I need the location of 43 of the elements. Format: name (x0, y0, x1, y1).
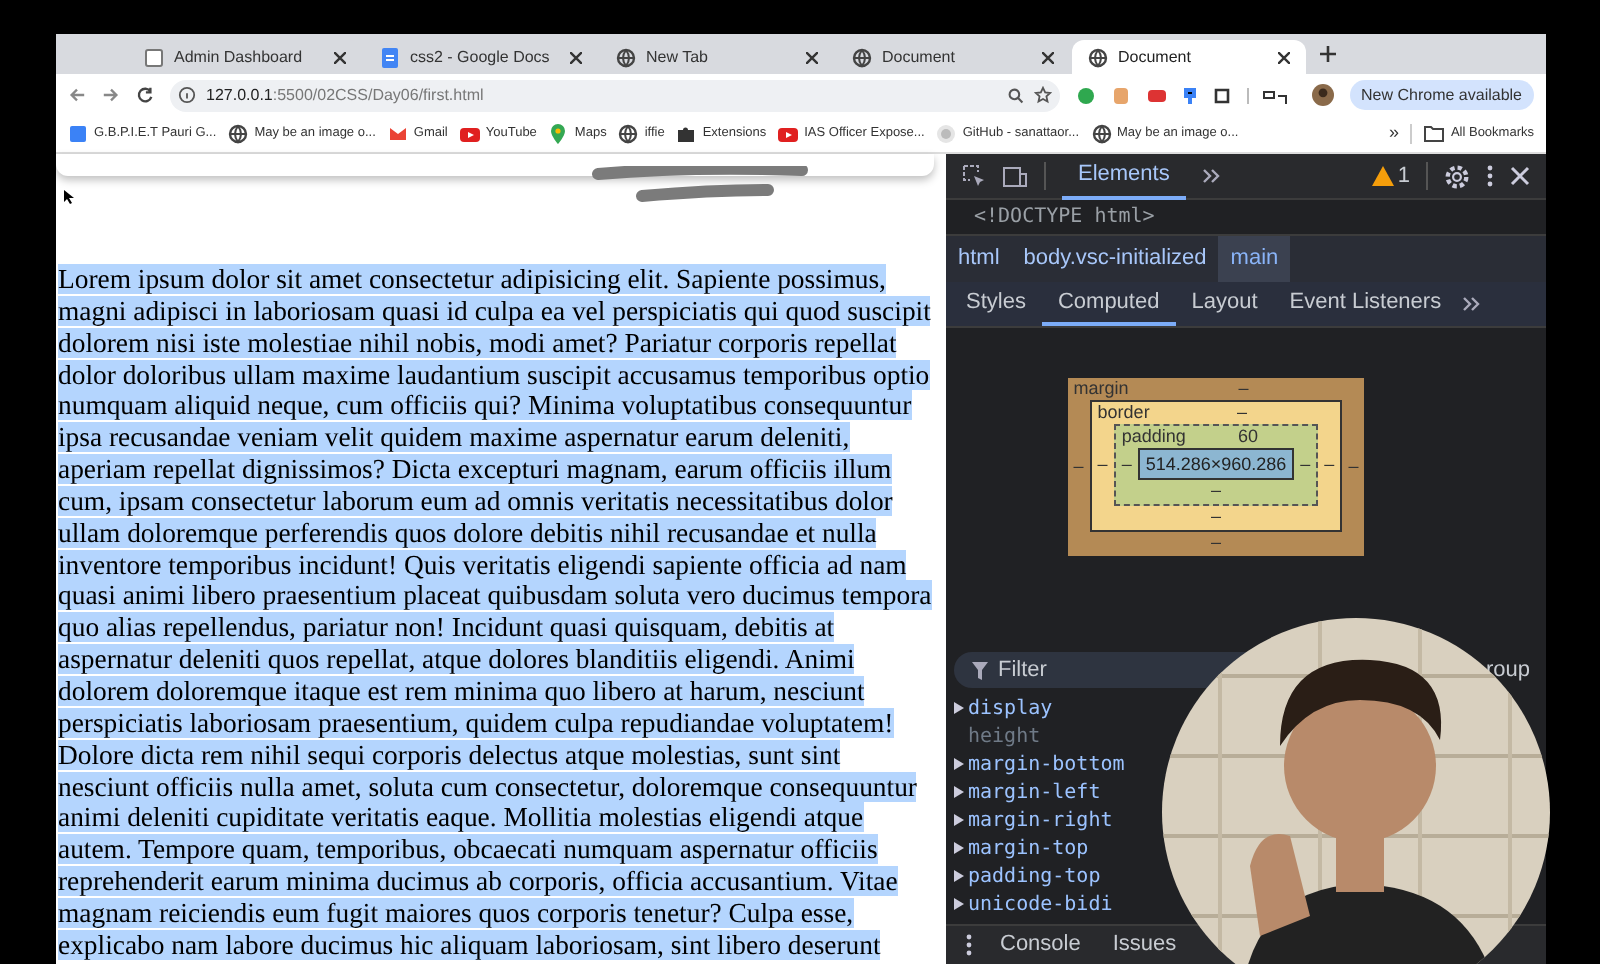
box-value: – (1097, 454, 1108, 476)
box-value: – (1300, 453, 1311, 475)
box-label: padding (1121, 426, 1186, 448)
property-row[interactable]: padding-top (954, 862, 1125, 890)
breadcrumb[interactable]: body.vsc-initialized (1011, 236, 1219, 282)
panel-tab[interactable]: Computed (1041, 282, 1176, 326)
box-label: margin (1073, 378, 1129, 400)
box-value: – (1210, 506, 1221, 528)
box-value: – (1237, 402, 1248, 424)
warning-count: 1 (1397, 161, 1410, 192)
panel-tab[interactable]: Event Listeners (1273, 282, 1458, 326)
body-paragraph: Lorem ipsum dolor sit amet consectetur adipisicing elit. Sapiente possimus, magni adipisci in laboriosam quasi id culpa ea vel perspiciatis qui quod suscipit dolorem nisi iste molestiae nihil nobis, modi amet? Pariatur corporis repellat dolor doloribus ullam maxime laudantium suscipit accusamus temporibus optio numquam aliquid neque, cum officiis qui? Minima voluptatibus consequuntur ipsa recusandae veniam velit quidem maxime aspernatur earum deleniti, aperiam repellat dignissimos? Dicta excepturi magnam, earum officiis illum cum, ipsam consectetur laborum eum ad omnis veritatis necessitatibus dolor ullam doloremque perferendis quos dolore debitis nihil recusandae et nulla inventore temporibus incidunt! Quis veritatis eligendi sapiente officia ad nam quasi animi libero praesentium placeat quibusdam soluta vero ducimus tempora quo alias repellendus, pariatur non! Incidunt quasi quisquam, debitis at aspernatur deleniti quos repellat, atque dolores blanditiis eligendi. Animi dolorem doloremque itaque est rem minima quo libero at harum, nesciunt perspiciatis laboriosam praesentium, quidem culpa repudiandae voluptatem! Dolore dicta rem nihil sequi corporis delectus atque molestias, sunt sint nesciunt officiis nulla amet, soluta cum consectetur, doloremque consequuntur animi deleniti cupiditate veritatis eaque. Mollitia molestias eligendi atque autem. Tempore quam, temporibus, obcaecati numquam aspernatur officiis reprehenderit earum minima ducimus ab corporis, officia accusantium. Vitae magnam reiciendis eum fugit maiores quos corporis tenetur? Culpa esse, explicabo nam labore ducimus hic aliquam laboriosam, sint libero deserunt (56, 264, 934, 962)
box-value: – (1210, 532, 1221, 554)
property-row[interactable]: height (954, 722, 1125, 750)
breadcrumb[interactable]: main (1218, 236, 1291, 282)
box-value: – (1073, 455, 1084, 477)
property-row[interactable]: margin-bottom (954, 750, 1125, 778)
property-row[interactable]: display (954, 694, 1125, 722)
group-label: roup (1485, 655, 1532, 686)
box-value: – (1238, 378, 1249, 400)
devtools-tab[interactable]: Elements (1062, 153, 1186, 199)
panel-tab[interactable]: Styles (950, 282, 1042, 326)
overflow-button[interactable]: » (1388, 120, 1399, 148)
browser-tab[interactable]: Document (1072, 40, 1306, 74)
box-value: – (1121, 453, 1132, 475)
property-row[interactable]: margin-left (954, 778, 1125, 806)
property-row[interactable]: margin-right (954, 806, 1125, 834)
address-bar[interactable]: 127.0.0.1:5500/02CSS/Day06/first.html (170, 79, 1060, 111)
property-row[interactable]: margin-top (954, 834, 1125, 862)
drawer-tab[interactable]: Console (1000, 928, 1081, 962)
update-button[interactable]: New Chrome available (1349, 80, 1534, 110)
drawer-tab[interactable]: Issues (1112, 928, 1177, 962)
content-box: 514.286×960.286 (1137, 448, 1295, 480)
breadcrumb[interactable]: html (946, 236, 1012, 282)
box-label: border (1097, 402, 1150, 424)
url-text: 127.0.0.1:5500/02CSS/Day06/first.html (206, 83, 486, 107)
property-row[interactable]: unicode-bidi (954, 890, 1125, 918)
panel-tab[interactable]: Layout (1175, 282, 1274, 326)
warning-badge[interactable]: 1 (1371, 159, 1410, 193)
box-value: – (1324, 454, 1335, 476)
box-value: 60 (1238, 426, 1259, 448)
box-value: – (1210, 480, 1221, 502)
box-value: – (1348, 455, 1359, 477)
